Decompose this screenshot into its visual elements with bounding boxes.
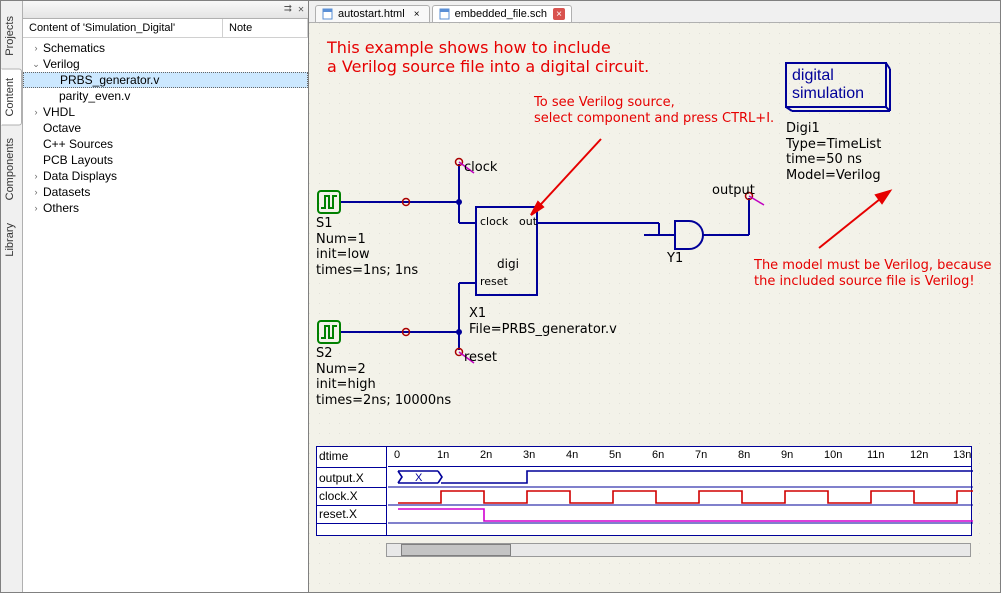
tree-item[interactable]: PRBS_generator.v	[23, 72, 308, 88]
main-area: autostart.html × embedded_file.sch ×	[309, 1, 1000, 592]
chevron-icon[interactable]: ›	[31, 43, 41, 53]
tree-item[interactable]: ›Schematics	[23, 40, 308, 56]
app-window: Projects Content Components Library ⮆ ✕ …	[0, 0, 1001, 593]
side-tab-projects[interactable]: Projects	[1, 7, 22, 65]
y1-label: Y1	[667, 251, 683, 267]
timing-diagram[interactable]: dtime output.X clock.X reset.X 0 1n 2n 3n 4n…	[316, 446, 972, 536]
intro-text: This example shows how to include a Veri…	[327, 38, 649, 76]
timing-tick: 3n	[523, 449, 535, 461]
timing-scroll-thumb[interactable]	[401, 544, 511, 556]
file-icon	[322, 8, 334, 20]
timing-tick: 7n	[695, 449, 707, 461]
timing-tick: 0	[394, 449, 400, 461]
port-reset: reset	[480, 275, 508, 288]
tree-header: Content of 'Simulation_Digital' Note	[23, 19, 308, 38]
chevron-icon[interactable]: ⌄	[31, 59, 41, 70]
timing-scrollbar[interactable]	[386, 543, 971, 557]
close-icon[interactable]: ✕	[298, 4, 304, 15]
pin-icon[interactable]: ⮆	[284, 4, 292, 15]
tree-item-label: parity_even.v	[59, 89, 130, 103]
timing-tick: 13n	[953, 449, 971, 461]
timing-tick: 9n	[781, 449, 793, 461]
tree-item[interactable]: ›Others	[23, 200, 308, 216]
editor-tab-label: autostart.html	[338, 8, 405, 20]
tree-item[interactable]: ›VHDL	[23, 104, 308, 120]
chevron-icon[interactable]: ›	[31, 107, 41, 117]
tree-item[interactable]: ⌄Verilog	[23, 56, 308, 72]
timing-tick: 5n	[609, 449, 621, 461]
tree-item-label: C++ Sources	[43, 137, 113, 151]
timing-tick: 6n	[652, 449, 664, 461]
svg-text:X: X	[415, 472, 423, 484]
panel-titlebar: ⮆ ✕	[23, 1, 308, 19]
tree-item[interactable]: C++ Sources	[23, 136, 308, 152]
net-output-label: output	[712, 183, 755, 199]
tree-col-content[interactable]: Content of 'Simulation_Digital'	[23, 19, 223, 37]
side-tabs: Projects Content Components Library	[1, 1, 23, 592]
editor-tab[interactable]: autostart.html ×	[315, 5, 430, 22]
tree-item-label: Schematics	[43, 41, 105, 55]
timing-row-2: reset.X	[319, 507, 357, 521]
close-tab-icon[interactable]: ×	[411, 8, 423, 20]
model-note-text: The model must be Verilog, because the i…	[754, 258, 992, 289]
timing-label-col: dtime output.X clock.X reset.X	[317, 447, 387, 535]
content-panel: ⮆ ✕ Content of 'Simulation_Digital' Note…	[23, 1, 309, 592]
tree-item-label: Data Displays	[43, 169, 117, 183]
tree-item-label: PCB Layouts	[43, 153, 113, 167]
port-clock: clock	[480, 215, 508, 228]
side-tab-content[interactable]: Content	[1, 69, 22, 126]
schematic-canvas[interactable]: This example shows how to include a Veri…	[309, 23, 1000, 592]
tree-item-label: VHDL	[43, 105, 75, 119]
s2-label: S2 Num=2 init=high times=2ns; 10000ns	[316, 346, 451, 408]
editor-tab-bar: autostart.html × embedded_file.sch ×	[309, 1, 1000, 23]
content-tree[interactable]: ›Schematics⌄VerilogPRBS_generator.vparit…	[23, 38, 308, 592]
editor-tab-label: embedded_file.sch	[455, 8, 547, 20]
sim-box-line1: digital	[792, 67, 834, 85]
tree-item[interactable]: Octave	[23, 120, 308, 136]
s1-label: S1 Num=1 init=low times=1ns; 1ns	[316, 216, 418, 278]
timing-row-1: clock.X	[319, 489, 358, 503]
timing-tick: 8n	[738, 449, 750, 461]
tree-item-label: Datasets	[43, 185, 90, 199]
timing-tick: 2n	[480, 449, 492, 461]
tree-item[interactable]: ›Datasets	[23, 184, 308, 200]
tip-text: To see Verilog source, select component …	[534, 95, 774, 126]
timing-header-label: dtime	[319, 449, 348, 463]
net-clock-label: clock	[464, 160, 497, 176]
tree-item[interactable]: PCB Layouts	[23, 152, 308, 168]
editor-tab[interactable]: embedded_file.sch ×	[432, 5, 572, 22]
port-out: out	[519, 215, 537, 228]
tree-item-label: Verilog	[43, 57, 80, 71]
tree-col-note[interactable]: Note	[223, 19, 308, 37]
net-reset-label: reset	[464, 350, 497, 366]
sim-params: Digi1 Type=TimeList time=50 ns Model=Ver…	[786, 121, 881, 183]
timing-tick: 11n	[867, 449, 885, 461]
file-icon	[439, 8, 451, 20]
digi-label: digi	[497, 257, 519, 271]
timing-ticks: 0 1n 2n 3n 4n 5n 6n 7n 8n 9n 10n 11n 12n 13n	[388, 447, 971, 467]
sim-box-line2: simulation	[792, 85, 864, 103]
chevron-icon[interactable]: ›	[31, 187, 41, 197]
side-tab-library[interactable]: Library	[1, 214, 22, 266]
close-tab-icon[interactable]: ×	[553, 8, 565, 20]
timing-tick: 12n	[910, 449, 928, 461]
chevron-icon[interactable]: ›	[31, 203, 41, 213]
timing-tick: 1n	[437, 449, 449, 461]
tree-item-label: PRBS_generator.v	[60, 73, 159, 87]
tree-item-label: Others	[43, 201, 79, 215]
x1-label: X1 File=PRBS_generator.v	[469, 306, 617, 337]
timing-waves: X	[388, 467, 973, 525]
side-tab-components[interactable]: Components	[1, 129, 22, 209]
timing-tick: 4n	[566, 449, 578, 461]
timing-tick: 10n	[824, 449, 842, 461]
tree-item[interactable]: parity_even.v	[23, 88, 308, 104]
chevron-icon[interactable]: ›	[31, 171, 41, 181]
tree-item-label: Octave	[43, 121, 81, 135]
timing-row-0: output.X	[319, 471, 364, 485]
tree-item[interactable]: ›Data Displays	[23, 168, 308, 184]
